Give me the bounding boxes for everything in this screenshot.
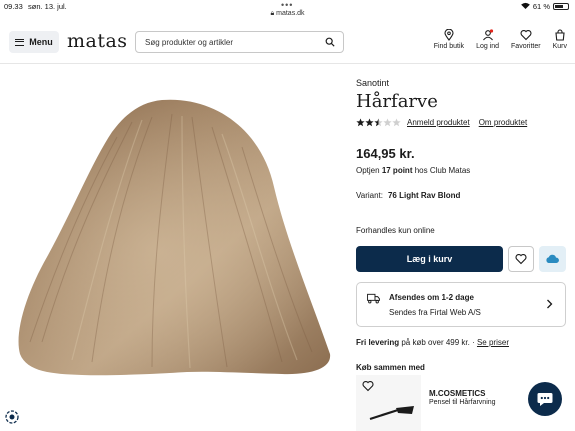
review-product-link[interactable]: Anmeld produktet — [407, 118, 470, 127]
chevron-right-icon — [547, 299, 553, 309]
site-header: Menu matas Søg produkter og artikler Fin… — [0, 24, 575, 64]
star-icon — [356, 118, 365, 127]
star-icon — [383, 118, 392, 127]
location-pin-icon — [444, 29, 454, 41]
points-suffix: hos Club Matas — [414, 166, 471, 175]
wifi-icon — [521, 2, 530, 11]
menu-label: Menu — [29, 37, 53, 47]
recommended-product-image[interactable] — [356, 375, 421, 431]
nav-label: Find butik — [433, 43, 465, 50]
nav-login[interactable]: Log ind — [476, 29, 499, 50]
nav-favorites[interactable]: Favoritter — [511, 29, 541, 50]
more-dots-icon[interactable]: ••• — [281, 0, 293, 10]
recommended-brand: M.COSMETICS — [429, 389, 486, 398]
chat-bubble-icon — [537, 392, 553, 406]
bag-icon — [555, 29, 565, 41]
star-icon — [374, 118, 383, 127]
nav-label: Kurv — [552, 43, 567, 50]
shipping-subtitle: Sendes fra Firtal Web A/S — [389, 308, 481, 317]
chat-button[interactable] — [528, 382, 562, 416]
rating-row: Anmeld produktet Om produktet — [356, 118, 536, 127]
search-input[interactable]: Søg produkter og artikler — [135, 31, 344, 53]
rating-stars — [356, 118, 401, 127]
shipping-info-box[interactable]: Afsendes om 1-2 dage Sendes fra Firtal W… — [356, 282, 566, 327]
header-nav: Find butik Log ind Favoritter Kurv — [434, 29, 567, 50]
status-bar: 09.33 søn. 13. jul. ••• 🔒︎ matas.dk 61 % — [0, 0, 575, 17]
heart-icon — [515, 253, 527, 265]
search-icon[interactable] — [325, 37, 335, 47]
points-value: 17 point — [381, 166, 413, 175]
favorite-button[interactable] — [508, 246, 534, 272]
club-points: Optjen 17 point hos Club Matas — [356, 166, 470, 175]
variant-value: 76 Light Rav Blond — [387, 191, 461, 200]
lock-icon: 🔒︎ — [270, 10, 275, 17]
brush-icon — [369, 406, 414, 421]
truck-icon — [367, 293, 380, 304]
cloud-button[interactable] — [539, 246, 566, 272]
about-product-link[interactable]: Om produktet — [479, 118, 527, 127]
variant-selector[interactable]: Variant: 76 Light Rav Blond — [356, 191, 460, 200]
free-delivery-note: Fri levering på køb over 499 kr. · Se pr… — [356, 338, 509, 347]
hamburger-icon — [15, 38, 25, 46]
address-bar[interactable]: 🔒︎ matas.dk — [0, 10, 575, 18]
variant-label: Variant: — [356, 191, 383, 200]
heart-icon — [520, 29, 532, 41]
nav-label: Favoritter — [511, 43, 541, 50]
accessibility-icon[interactable] — [5, 410, 19, 424]
see-prices-link[interactable]: Se priser — [477, 338, 509, 347]
points-prefix: Optjen — [356, 166, 380, 175]
battery-level: 61 % — [532, 2, 550, 11]
recommended-name: Pensel til Hårfarvning — [429, 399, 496, 406]
product-price: 164,95 kr. — [356, 146, 415, 161]
buy-together-heading: Køb sammen med — [356, 363, 425, 372]
cloud-icon — [546, 254, 559, 263]
nav-cart[interactable]: Kurv — [553, 29, 567, 50]
product-image-hair-swatch[interactable] — [12, 92, 334, 378]
star-icon — [365, 118, 374, 127]
battery-icon — [553, 3, 569, 10]
add-to-cart-button[interactable]: Læg i kurv — [356, 246, 503, 272]
menu-button[interactable]: Menu — [9, 31, 59, 53]
user-icon — [482, 29, 493, 41]
product-brand[interactable]: Sanotint — [356, 78, 389, 88]
delivery-bold: Fri levering — [356, 338, 400, 347]
delivery-text: på køb over 499 kr. · — [401, 338, 475, 347]
nav-label: Log ind — [476, 43, 500, 50]
heart-icon[interactable] — [362, 380, 374, 392]
product-title: Hårfarve — [356, 91, 438, 112]
address-url: matas.dk — [276, 10, 305, 17]
star-icon — [392, 118, 401, 127]
nav-find-store[interactable]: Find butik — [434, 29, 464, 50]
matas-logo[interactable]: matas — [67, 30, 128, 52]
shipping-title: Afsendes om 1-2 dage — [389, 293, 474, 302]
online-only-note: Forhandles kun online — [356, 226, 435, 235]
search-placeholder: Søg produkter og artikler — [145, 38, 234, 47]
